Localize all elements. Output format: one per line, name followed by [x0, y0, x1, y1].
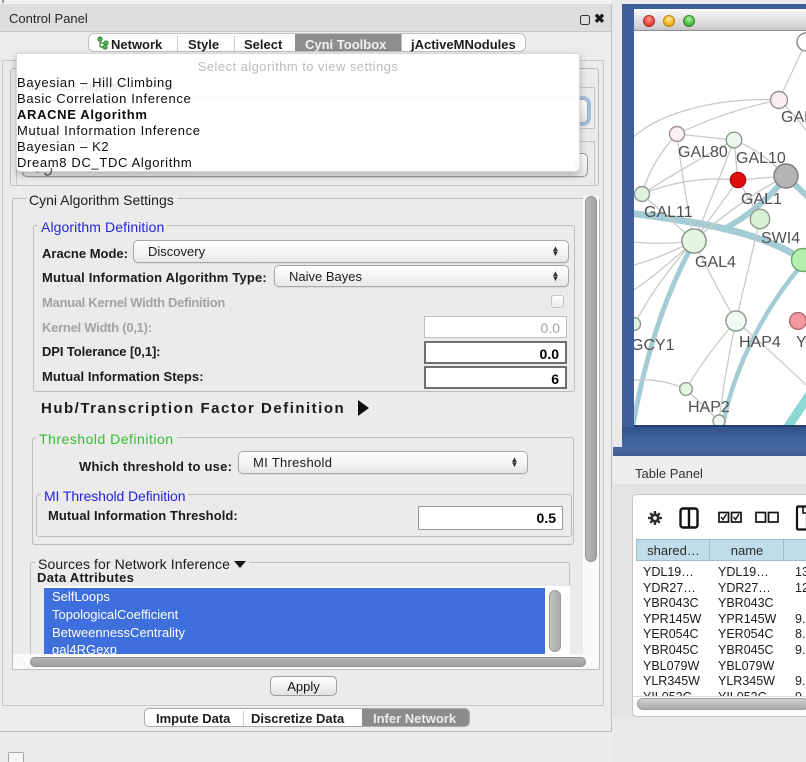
svg-text:SWI4: SWI4	[761, 230, 800, 247]
svg-text:GAL1: GAL1	[741, 191, 782, 208]
svg-text:Y: Y	[796, 334, 806, 351]
svg-text:GAL80: GAL80	[678, 144, 728, 161]
svg-text:GAL7: GAL7	[781, 109, 806, 126]
svg-text:GAL10: GAL10	[736, 150, 786, 167]
svg-text:GAL11: GAL11	[644, 204, 693, 221]
svg-text:GAL4: GAL4	[695, 254, 736, 271]
svg-text:HAP2: HAP2	[688, 399, 730, 416]
svg-text:HAP4: HAP4	[739, 334, 781, 351]
svg-text:GCY1: GCY1	[634, 337, 675, 354]
